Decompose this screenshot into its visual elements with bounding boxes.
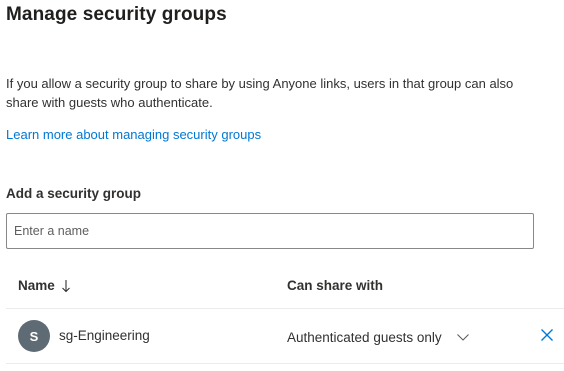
remove-group-button[interactable] [536,326,558,348]
name-column-label: Name [18,278,55,293]
add-group-label: Add a security group [6,186,142,201]
group-name: sg-Engineering [59,328,150,343]
page-title: Manage security groups [6,4,227,25]
chevron-down-icon [456,332,470,342]
can-share-with-dropdown[interactable]: Authenticated guests only [287,326,470,348]
table-row: S sg-Engineering Authenticated guests on… [0,309,564,363]
security-group-name-input[interactable] [6,213,534,249]
name-column-header[interactable]: Name [18,278,71,293]
learn-more-link[interactable]: Learn more about managing security group… [6,127,261,142]
row-divider [6,363,564,364]
can-share-with-column-header: Can share with [287,278,384,293]
can-share-with-value: Authenticated guests only [287,329,442,345]
table-header: Name Can share with [0,264,564,308]
close-icon [540,328,554,347]
manage-security-groups-panel: Manage security groups If you allow a se… [0,0,564,371]
description-text: If you allow a security group to share b… [6,76,514,110]
avatar: S [18,320,50,352]
arrow-down-icon [61,279,71,293]
